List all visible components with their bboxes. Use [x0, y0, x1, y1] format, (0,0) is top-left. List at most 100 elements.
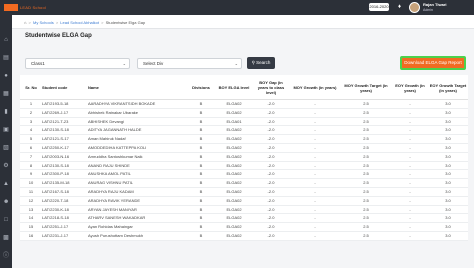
home-crumb-icon[interactable]: ⌂: [24, 20, 26, 25]
cell-eoy-growth: -: [409, 109, 411, 115]
cell-moy-growth: -: [314, 188, 316, 194]
cell-eoy-growth: -: [409, 127, 411, 133]
cell-boy-elga-level: ELGA02: [226, 101, 242, 106]
cell-sr-no: 4: [29, 127, 33, 133]
download-report-button[interactable]: Download ELGA Gap Report: [400, 56, 466, 70]
book-icon[interactable]: ▧: [3, 145, 9, 151]
col-sr-no[interactable]: Sr. No: [20, 75, 42, 100]
app-logo[interactable]: LEAD School: [4, 3, 46, 11]
cell-boy-gap: -2.0: [267, 109, 275, 115]
cell-student-code: LAT/2130-S-18: [42, 127, 69, 133]
academic-year-select[interactable]: 2016-2020: [369, 3, 389, 11]
cell-boy-gap: -2.0: [267, 162, 275, 168]
col-eoy-growth[interactable]: EOY Growth (in years): [392, 75, 428, 100]
cell-name: ABHISHEK Devangi: [88, 118, 125, 124]
cell-student-code: LAT/2193-5-18: [42, 101, 69, 106]
user-icon[interactable]: ●: [3, 73, 9, 79]
cell-name: Aman Mahiruk Nadaf: [88, 136, 126, 142]
cell-name: Ayan Rohidas Mahaingar: [88, 224, 133, 230]
help-icon[interactable]: ⓘ: [3, 253, 9, 259]
table-row: 16 LAT/2231-J-17 Ayush Purushottam Deshmuk…: [20, 232, 468, 241]
cell-moy-growth-target: 2.5: [363, 109, 369, 115]
cell-division: B: [199, 162, 203, 168]
bell-icon[interactable]: ♦: [398, 4, 403, 10]
cell-student-code: LAT/2167-S-18: [42, 188, 69, 194]
table-row: 11 LAT/2167-S-18 ARADHYA RAJU KADAM B ELGA02…: [20, 188, 468, 197]
cell-student-code: LAT/2250-K-17: [42, 144, 69, 150]
cell-boy-gap: -2.0: [267, 144, 275, 150]
school-icon[interactable]: ▲: [3, 181, 9, 187]
cell-moy-growth: -: [314, 215, 316, 221]
cell-eoy-growth-target: 3.0: [445, 153, 451, 159]
col-name[interactable]: Name: [88, 75, 188, 100]
cell-sr-no: 3: [29, 118, 33, 124]
col-student-code[interactable]: Student code: [42, 75, 87, 100]
col-eoy-growth-target[interactable]: EOY Growth Target (in years): [428, 75, 468, 100]
cell-eoy-growth-target: 3.0: [445, 144, 451, 150]
col-moy-growth[interactable]: MOY Growth (in years): [292, 75, 338, 100]
cell-division: B: [199, 188, 203, 194]
col-boy-gap[interactable]: BOY Gap (in years to class level): [254, 75, 288, 100]
class-select[interactable]: Class1 ⌄: [25, 58, 130, 69]
avatar[interactable]: [409, 2, 420, 13]
cell-boy-elga-level: ELGA02: [226, 144, 242, 150]
cell-sr-no: 1: [29, 101, 33, 106]
breadcrumb-item-my-schools[interactable]: My Schools: [33, 20, 54, 25]
breadcrumb-item-school[interactable]: Lead School Abhalkot: [60, 20, 99, 25]
cell-boy-elga-level: ELGA02: [226, 215, 242, 221]
cell-student-code: LAT/2218-S-18: [42, 215, 69, 221]
cell-moy-growth: -: [314, 180, 316, 186]
cell-boy-elga-level: ELGA02: [226, 197, 242, 203]
report-icon[interactable]: ▩: [3, 235, 9, 241]
chart-icon[interactable]: ▮: [3, 109, 9, 115]
cell-eoy-growth-target: 3.0: [445, 206, 451, 212]
search-button-label: Search: [256, 60, 271, 65]
cell-eoy-growth: -: [409, 224, 411, 230]
col-divisions[interactable]: Divisions: [189, 75, 213, 100]
cell-student-code: LAT/2220-T-18: [42, 197, 69, 203]
cell-moy-growth-target: 2.5: [363, 224, 369, 230]
cell-student-code: LAT/2121-T-23: [42, 118, 69, 124]
table-row: 3 LAT/2121-T-23 ABHISHEK Devangi B ELGA01 -2.…: [20, 118, 468, 127]
cell-division: B: [199, 171, 203, 177]
cell-eoy-growth-target: 3.0: [445, 171, 451, 177]
calendar-icon[interactable]: ▣: [3, 127, 9, 133]
cell-boy-elga-level: ELGA02: [226, 171, 242, 177]
cell-moy-growth: -: [314, 162, 316, 168]
cell-student-code: LAT/2130-S-18: [42, 162, 69, 168]
home-icon[interactable]: ⌂: [3, 37, 9, 43]
grid-icon[interactable]: ▦: [3, 91, 9, 97]
breadcrumb-bar: ⌂ > My Schools > Lead School Abhalkot > …: [12, 15, 474, 29]
cell-sr-no: 13: [28, 206, 34, 212]
search-button[interactable]: ⚲ Search: [247, 57, 275, 69]
file-icon[interactable]: □: [3, 217, 9, 223]
cell-student-code: LAT/2003-N-16: [42, 153, 70, 159]
cell-moy-growth: -: [314, 232, 316, 238]
cell-eoy-growth-target: 3.0: [445, 118, 451, 124]
division-select[interactable]: Select Div ⌄: [137, 58, 242, 69]
cell-boy-gap: -2.0: [267, 197, 275, 203]
cell-sr-no: 7: [29, 153, 33, 159]
bank-icon[interactable]: ▤: [3, 55, 9, 61]
cell-boy-gap: -2.0: [267, 136, 275, 142]
cell-sr-no: 6: [29, 144, 33, 150]
cell-division: B: [199, 206, 203, 212]
col-moy-growth-target[interactable]: MOY Growth Target (in years): [340, 75, 392, 100]
table-row: 5 LAT/2121-S-17 Aman Mahiruk Nadaf B ELGA02 -…: [20, 135, 468, 144]
cell-division: B: [199, 197, 203, 203]
cell-eoy-growth-target: 3.0: [445, 232, 451, 238]
cell-name: Abhishek Ratnakar Ubarake: [88, 109, 139, 115]
cell-name: Amruddha Santoshkumar Naik: [88, 153, 143, 159]
user-name: Rajan Tiwari: [423, 2, 447, 7]
breadcrumb-item-current: Studentwise Elga Gap: [105, 20, 146, 25]
cell-eoy-growth-target: 3.0: [445, 197, 451, 203]
col-boy-elga-level[interactable]: BOY ELGA level: [216, 75, 252, 100]
chevron-down-icon: ⌄: [234, 61, 238, 66]
cell-division: B: [199, 153, 203, 159]
cell-sr-no: 16: [28, 232, 34, 238]
settings-icon[interactable]: ⚙: [3, 163, 9, 169]
table-row: 9 LAT/2300-P-18 ANUSHKA AMOL PATIL B ELGA02 -…: [20, 170, 468, 180]
people-icon[interactable]: ☻: [3, 199, 9, 205]
cell-moy-growth: -: [314, 144, 316, 150]
cell-eoy-growth: -: [409, 171, 411, 177]
